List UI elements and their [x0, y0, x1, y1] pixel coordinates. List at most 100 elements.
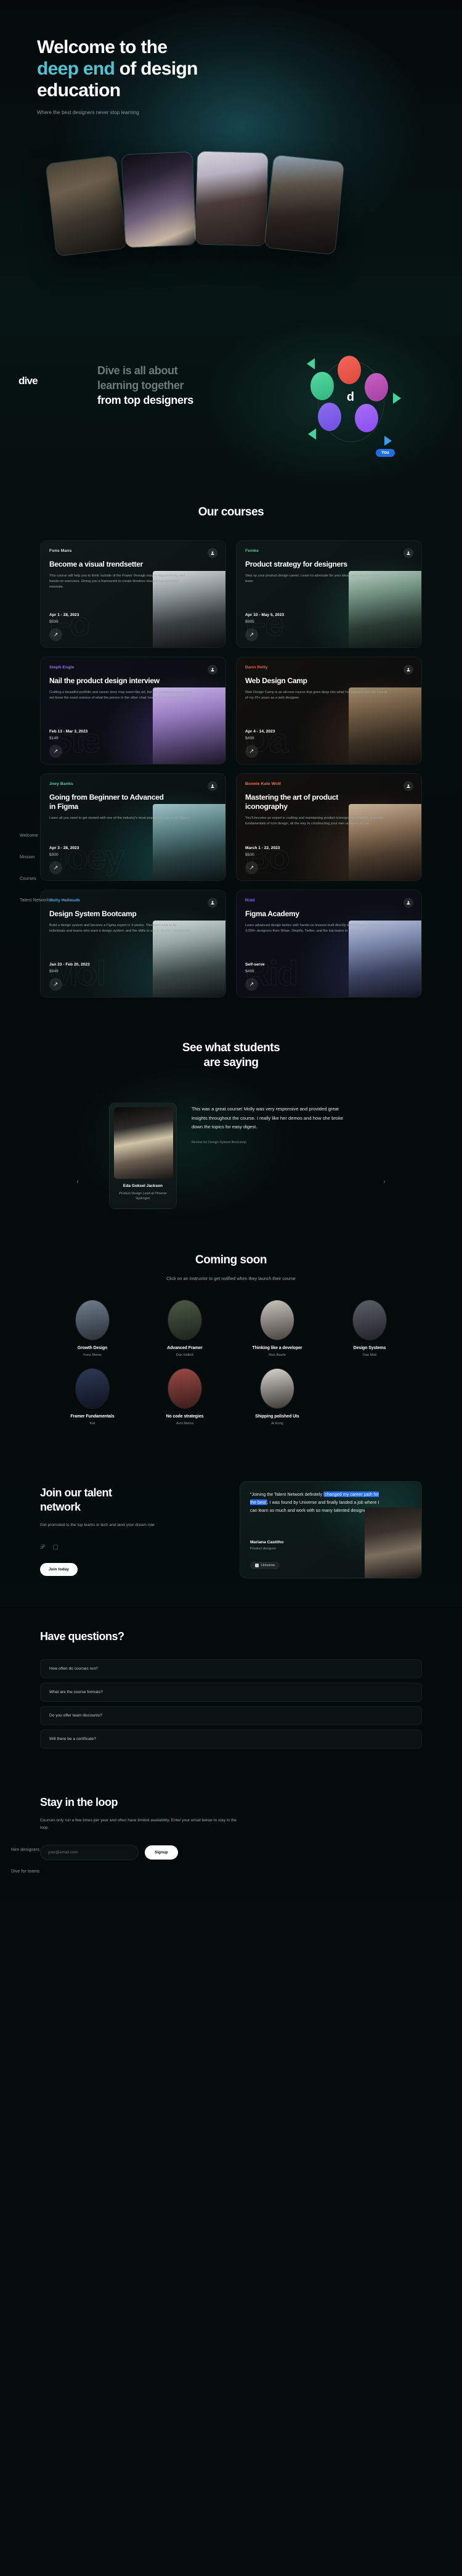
- orbit-avatar-4: [318, 403, 341, 431]
- person-icon[interactable]: [208, 781, 217, 791]
- social-links: 𝒫 ▢: [40, 1544, 225, 1551]
- mission-section: dive Dive is all about learning together…: [0, 302, 462, 481]
- course-card[interactable]: Fe Femke Product strategy for designers …: [236, 540, 422, 648]
- faq-item[interactable]: Do you offer team discounts?: [40, 1706, 422, 1726]
- instructor-course: Thinking like a developer: [252, 1346, 302, 1351]
- faq-item[interactable]: Will there be a certificate?: [40, 1729, 422, 1749]
- faq-section: Have questions? How often do courses run…: [0, 1607, 462, 1778]
- dive-mark-icon: d: [346, 390, 355, 404]
- newsletter-desc: Courses only run a few times per year an…: [40, 1818, 237, 1830]
- open-course-arrow-icon[interactable]: ↗: [245, 745, 258, 758]
- person-icon[interactable]: [403, 665, 413, 675]
- instructor-card[interactable]: Design Systems Dan Mall: [333, 1300, 407, 1357]
- person-icon[interactable]: [403, 548, 413, 558]
- carousel-next-icon[interactable]: ›: [380, 1178, 389, 1186]
- open-course-arrow-icon[interactable]: ↗: [49, 978, 62, 991]
- open-course-arrow-icon[interactable]: ↗: [49, 628, 62, 641]
- sidebar-item-talent-network[interactable]: Talent Network: [20, 898, 81, 903]
- course-price: $499: [245, 969, 254, 974]
- course-title: Nail the product design interview: [49, 676, 160, 685]
- carousel-prev-icon[interactable]: ‹: [73, 1178, 82, 1186]
- coming-soon-title: Coming soon: [195, 1253, 267, 1267]
- course-card[interactable]: Ste Steph Engle Nail the product design …: [40, 657, 226, 765]
- signup-button[interactable]: Signup: [145, 1845, 178, 1860]
- faq-title: Have questions?: [40, 1630, 124, 1643]
- sidebar-item-welcome[interactable]: Welcome: [20, 834, 81, 838]
- instructor-avatar: [352, 1300, 387, 1341]
- instagram-icon[interactable]: ▢: [52, 1544, 58, 1551]
- sidebar-item-courses[interactable]: Courses: [20, 877, 81, 881]
- person-icon[interactable]: [403, 781, 413, 791]
- orbit-avatar-3: [365, 373, 388, 401]
- hero-photo-1: [46, 155, 127, 256]
- talent-person-role: Product designer: [250, 1547, 277, 1551]
- faq-item[interactable]: What are the course formats?: [40, 1683, 422, 1702]
- sidebar-item-mission[interactable]: Mission: [20, 855, 81, 859]
- orbit-avatar-2: [310, 372, 334, 400]
- student-photo: [114, 1107, 173, 1179]
- instructor-course: Design Systems: [353, 1346, 386, 1351]
- sidebar-item-hire-designers[interactable]: Hire designers: [11, 1848, 79, 1852]
- instructor-card[interactable]: Thinking like a developer Nick Basile: [240, 1300, 314, 1357]
- instructor-course: Framer Fundamentals: [70, 1414, 115, 1419]
- course-date: Apr 10 - May 5, 2023: [245, 613, 285, 617]
- course-description: Learn all you need to get started with o…: [49, 816, 190, 820]
- course-price: $149: [49, 736, 59, 740]
- faq-item[interactable]: How often do courses run?: [40, 1659, 422, 1679]
- instructor-card[interactable]: Shipping polished UIs Al Kong: [240, 1368, 314, 1425]
- course-date: Apr 1 - 28, 2023: [49, 613, 79, 617]
- person-icon[interactable]: [208, 898, 217, 908]
- mission-line-1: Dive is all about: [97, 364, 178, 377]
- talent-person-name: Mariana Castilho: [250, 1540, 284, 1545]
- testimonial-student-card: Eda Goksel Jackson Product Design Lead a…: [109, 1102, 177, 1210]
- instructor-name: Fonz Morris: [83, 1353, 102, 1358]
- course-author: Steph Engle: [49, 665, 75, 670]
- course-author: Bonnie Kate Wolf: [245, 782, 281, 786]
- hero-photo-card-1: [45, 155, 128, 257]
- course-date: Jan 23 - Feb 20, 2023: [49, 962, 90, 967]
- side-navigation: Welcome Mission Courses Talent Network: [20, 834, 81, 920]
- course-description: This course will help you to think 'outs…: [49, 574, 185, 589]
- course-card[interactable]: Bo Bonnie Kate Wolf Mastering the art of…: [236, 773, 422, 881]
- course-card[interactable]: Da Dann Petty Web Design Camp Web Design…: [236, 657, 422, 765]
- course-card[interactable]: Rid Ridd Figma Academy Learn advanced de…: [236, 890, 422, 998]
- person-icon[interactable]: [208, 548, 217, 558]
- course-card[interactable]: Fo Fons Mans Become a visual trendsetter…: [40, 540, 226, 648]
- course-date: Self-serve: [245, 962, 265, 967]
- instructor-card[interactable]: Advanced Framer Dan Hollick: [148, 1300, 222, 1357]
- instructor-card[interactable]: Framer Fundamentals Kat: [55, 1368, 129, 1425]
- mission-copy: Dive is all about learning together from…: [97, 364, 282, 408]
- hero-title-line1: Welcome to the: [37, 37, 168, 57]
- orbit-avatar-1: [338, 356, 361, 384]
- hero-content: Welcome to the deep end of design educat…: [0, 0, 462, 115]
- brand-logo: dive: [18, 375, 38, 387]
- coming-soon-section: Coming soon Click on an instructor to ge…: [0, 1221, 462, 1454]
- orbit-avatar-5: [355, 404, 378, 432]
- open-course-arrow-icon[interactable]: ↗: [49, 745, 62, 758]
- testimonial-source: Review for Design System Bootcamp: [192, 1141, 246, 1145]
- open-course-arrow-icon[interactable]: ↗: [245, 978, 258, 991]
- course-price: $500: [245, 853, 254, 857]
- open-course-arrow-icon[interactable]: ↗: [245, 861, 258, 874]
- hero-photo-card-4: [264, 154, 345, 255]
- instructor-card[interactable]: Growth Design Fonz Morris: [55, 1300, 129, 1357]
- person-icon[interactable]: [208, 665, 217, 675]
- newsletter-form: Signup: [40, 1844, 422, 1860]
- hero-photo-card-2: [121, 151, 197, 248]
- hero-photo-card-3: [195, 150, 269, 247]
- course-date: Apr 4 - 14, 2023: [245, 729, 275, 734]
- twitter-icon[interactable]: 𝒫: [40, 1544, 44, 1551]
- join-today-button[interactable]: Join today: [40, 1562, 78, 1576]
- sidebar-item-dive-for-teams[interactable]: Dive for teams: [11, 1869, 79, 1874]
- instructor-card[interactable]: No code strategies Avni Mehta: [148, 1368, 222, 1425]
- course-price: $985: [245, 620, 254, 624]
- open-course-arrow-icon[interactable]: ↗: [245, 628, 258, 641]
- student-name: Eda Goksel Jackson: [123, 1183, 163, 1188]
- talent-person-photo: [365, 1507, 421, 1578]
- course-title: Figma Academy: [245, 909, 299, 918]
- hero-subtitle: Where the best designers never stop lear…: [37, 110, 139, 116]
- course-author: Joey Banks: [49, 782, 73, 786]
- person-icon[interactable]: [403, 898, 413, 908]
- course-description: Build a design system and become a Figma…: [49, 924, 190, 933]
- instructor-name: Dan Hollick: [176, 1353, 194, 1358]
